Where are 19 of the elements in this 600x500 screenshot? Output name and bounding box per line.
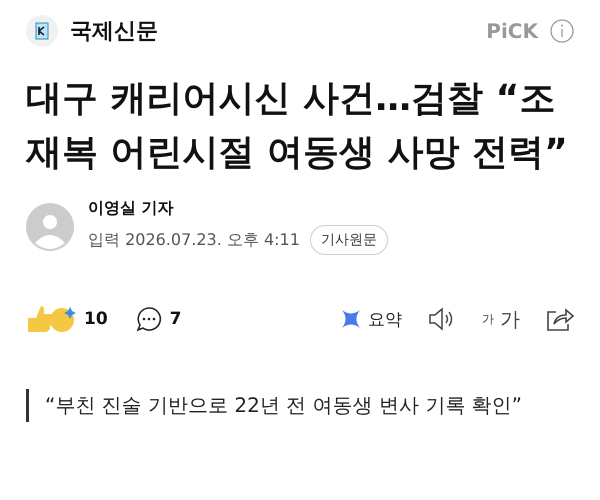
reaction-count: 10: [84, 309, 108, 329]
comment-count: 7: [170, 309, 182, 329]
quote-text: “부친 진술 기반으로 22년 전 여동생 변사 기록 확인”: [26, 389, 574, 422]
summary-button[interactable]: 요약: [340, 308, 402, 330]
avatar: [26, 202, 74, 250]
pick-label: PiCK: [486, 19, 538, 43]
reaction-icon[interactable]: [26, 304, 76, 334]
info-icon[interactable]: [550, 19, 574, 43]
press-logo: [26, 15, 58, 47]
headline: 대구 캐리어시신 사건…검찰 “조재복 어린시절 여동생 사망 전력”: [26, 77, 569, 175]
font-size-button[interactable]: 가 가: [482, 306, 520, 332]
original-article-button[interactable]: 기사원문: [310, 225, 388, 255]
author-name[interactable]: 이영실 기자: [88, 198, 388, 219]
publish-date: 입력 2026.07.23. 오후 4:11: [88, 230, 300, 250]
comment-icon[interactable]: [136, 306, 162, 332]
press-name[interactable]: 국제신문: [70, 16, 474, 46]
share-icon: [546, 306, 574, 332]
sparkle-icon: [340, 308, 362, 330]
share-button[interactable]: [546, 306, 574, 332]
